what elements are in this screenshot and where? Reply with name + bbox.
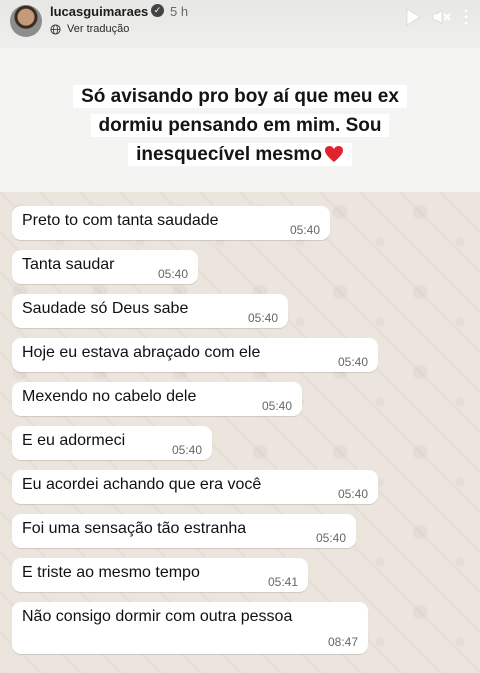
caption-line: dormiu pensando em mim. Sou <box>90 114 390 137</box>
caption-line: Só avisando pro boy aí que meu ex <box>73 85 407 108</box>
globe-icon <box>50 24 61 35</box>
message-time: 05:40 <box>337 355 368 369</box>
message-text: Hoje eu estava abraçado com ele <box>22 344 261 361</box>
message-time: 05:40 <box>289 223 320 237</box>
message-text: E eu adormeci <box>22 432 126 449</box>
message-time: 05:40 <box>261 399 292 413</box>
avatar[interactable] <box>10 5 42 37</box>
message-text: Foi uma sensação tão estranha <box>22 520 247 537</box>
message-bubble: Saudade só Deus sabe 05:40 <box>12 294 288 328</box>
caption-line: inesquecível mesmo <box>128 143 352 166</box>
message-text: Eu acordei achando que era você <box>22 476 262 493</box>
message-bubble: Preto to com tanta saudade 05:40 <box>12 206 330 240</box>
message-time: 08:47 <box>327 635 358 649</box>
see-translation-link[interactable]: Ver tradução <box>67 23 129 35</box>
message-text: Mexendo no cabelo dele <box>22 388 197 405</box>
message-time: 05:40 <box>315 531 346 545</box>
play-icon[interactable] <box>405 8 421 26</box>
mute-icon[interactable] <box>432 8 452 26</box>
message-text: E triste ao mesmo tempo <box>22 564 200 581</box>
message-bubble: Eu acordei achando que era você 05:40 <box>12 470 378 504</box>
more-icon[interactable] <box>463 8 469 26</box>
message-time: 05:40 <box>157 267 188 281</box>
chat-screenshot: Preto to com tanta saudade 05:40 Tanta s… <box>0 192 480 673</box>
message-text: Tanta saudar <box>22 256 115 273</box>
story-header: lucasguimaraes ✓ 5 h Ver tradução <box>0 0 480 48</box>
message-bubble: Mexendo no cabelo dele 05:40 <box>12 382 302 416</box>
message-bubble: Não consigo dormir com outra pessoa 08:4… <box>12 602 368 654</box>
message-text: Preto to com tanta saudade <box>22 212 219 229</box>
message-bubble: Foi uma sensação tão estranha 05:40 <box>12 514 356 548</box>
message-time: 05:40 <box>171 443 202 457</box>
time-ago: 5 h <box>170 4 189 19</box>
username[interactable]: lucasguimaraes <box>50 4 148 19</box>
message-bubble: Hoje eu estava abraçado com ele 05:40 <box>12 338 378 372</box>
message-time: 05:40 <box>247 311 278 325</box>
heart-icon <box>324 146 343 162</box>
message-bubble: E eu adormeci 05:40 <box>12 426 212 460</box>
caption-line-text: inesquecível mesmo <box>136 144 322 165</box>
story-caption: Só avisando pro boy aí que meu ex dormiu… <box>34 82 446 169</box>
message-bubble: E triste ao mesmo tempo 05:41 <box>12 558 308 592</box>
message-time: 05:40 <box>337 487 368 501</box>
verified-badge-icon: ✓ <box>151 4 164 17</box>
message-time: 05:41 <box>267 575 298 589</box>
message-bubble: Tanta saudar 05:40 <box>12 250 198 284</box>
message-text: Saudade só Deus sabe <box>22 300 189 317</box>
message-text: Não consigo dormir com outra pessoa <box>22 608 293 625</box>
